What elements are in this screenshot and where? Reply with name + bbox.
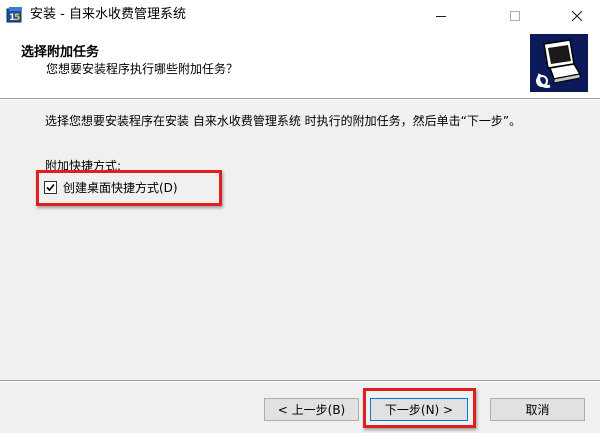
- minimize-icon: [436, 6, 446, 25]
- desktop-shortcut-label: 创建桌面快捷方式(D): [63, 180, 178, 195]
- back-button[interactable]: < 上一步(B): [264, 398, 359, 421]
- page-title: 选择附加任务: [21, 45, 100, 60]
- maximize-icon: [510, 6, 520, 25]
- cancel-button[interactable]: 取消: [490, 398, 585, 421]
- footer-divider: [0, 380, 600, 382]
- maximize-button[interactable]: [492, 0, 538, 30]
- svg-text:5: 5: [14, 13, 20, 23]
- title-bar: 1 5 安装 - 自来水收费管理系统: [0, 0, 600, 30]
- wizard-computer-image: [530, 34, 588, 92]
- close-icon: [571, 6, 583, 25]
- desktop-shortcut-checkbox[interactable]: 创建桌面快捷方式(D): [44, 176, 178, 198]
- installer-window: 1 5 安装 - 自来水收费管理系统 选择附加任务 您想要安装程序执行哪些附加任…: [0, 0, 600, 433]
- close-button[interactable]: [554, 0, 600, 30]
- installer-app-icon: 1 5: [6, 6, 24, 24]
- minimize-button[interactable]: [418, 0, 464, 30]
- window-title: 安装 - 自来水收费管理系统: [30, 7, 186, 22]
- shortcut-group-label: 附加快捷方式:: [45, 159, 122, 173]
- page-subtitle: 您想要安装程序执行哪些附加任务？: [46, 62, 239, 76]
- next-button[interactable]: 下一步(N) >: [370, 398, 468, 421]
- wizard-header: 选择附加任务 您想要安装程序执行哪些附加任务？: [0, 30, 600, 98]
- header-divider: [0, 98, 600, 100]
- task-description: 选择您想要安装程序在安装 自来水收费管理系统 时执行的附加任务，然后单击“下一步…: [45, 114, 522, 128]
- checkbox-checked-icon[interactable]: [44, 180, 57, 194]
